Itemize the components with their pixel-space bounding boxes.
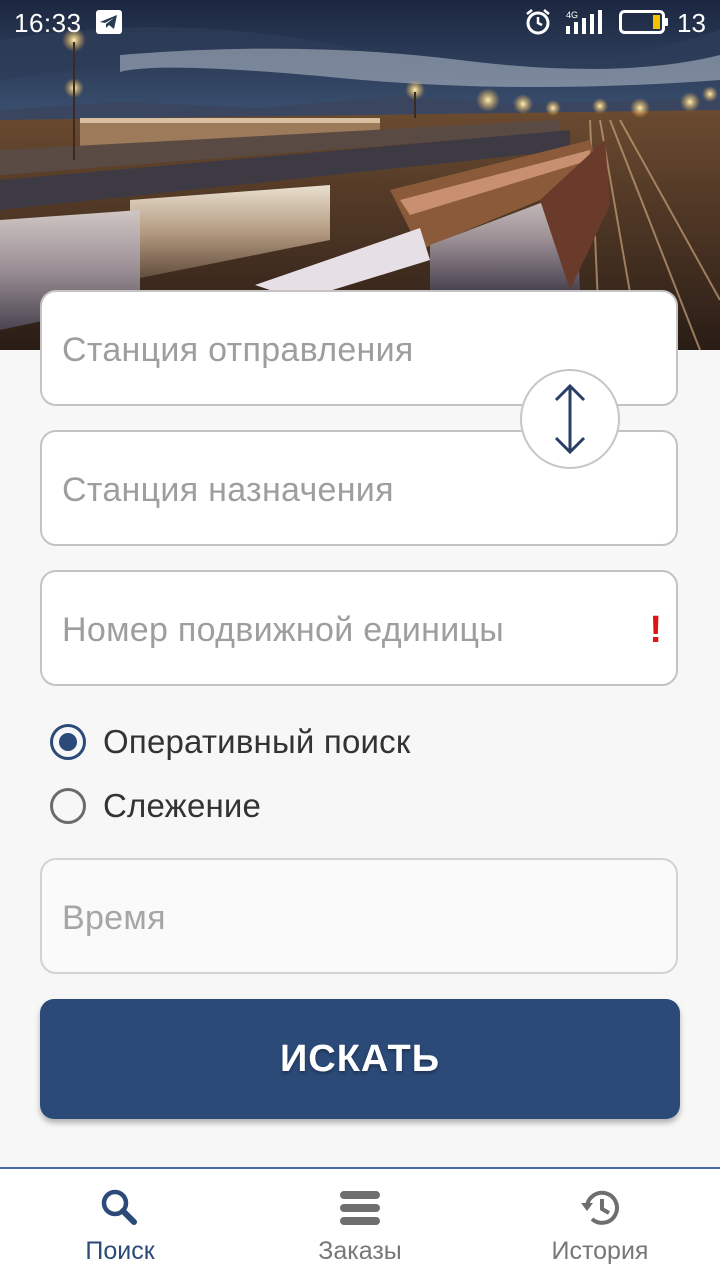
departure-station-placeholder: Станция отправления [62,331,414,369]
search-button[interactable]: ИСКАТЬ [40,999,680,1119]
signal-icon: 4G [564,8,606,36]
battery-icon [619,10,669,34]
rolling-stock-number-input[interactable]: Номер подвижной единицы ! [40,570,678,686]
nav-item-orders[interactable]: Заказы [240,1169,480,1280]
destination-station-placeholder: Станция назначения [62,471,394,509]
swap-stations-button[interactable] [520,369,620,469]
rolling-stock-number-placeholder: Номер подвижной единицы [62,611,505,649]
swap-vertical-icon [554,383,586,455]
time-placeholder: Время [62,899,166,937]
status-time: 16:33 [14,8,82,38]
list-icon [338,1187,382,1229]
telegram-icon [96,10,122,34]
alarm-icon [524,8,552,36]
time-input[interactable]: Время [40,858,678,974]
radio-tracking[interactable]: Слежение [50,781,261,831]
network-type-label: 4G [566,10,578,20]
history-icon [578,1187,622,1229]
search-button-label: ИСКАТЬ [279,1037,441,1080]
radio-button-checked[interactable] [50,724,86,760]
radio-operative-search-label: Оперативный поиск [103,723,411,760]
radio-tracking-label: Слежение [103,787,262,824]
radio-button-unchecked[interactable] [50,788,86,824]
search-icon [98,1187,142,1229]
required-alert-icon: ! [649,609,662,651]
nav-label-orders: Заказы [318,1237,402,1265]
nav-item-history[interactable]: История [480,1169,720,1280]
nav-item-search[interactable]: Поиск [0,1169,240,1280]
bottom-navigation: Поиск Заказы История [0,1167,720,1280]
nav-label-search: Поиск [85,1237,155,1265]
battery-level: 13 [677,8,706,38]
status-bar: 16:33 4G 13 [0,0,720,46]
nav-label-history: История [551,1237,649,1265]
radio-operative-search[interactable]: Оперативный поиск [50,717,411,767]
